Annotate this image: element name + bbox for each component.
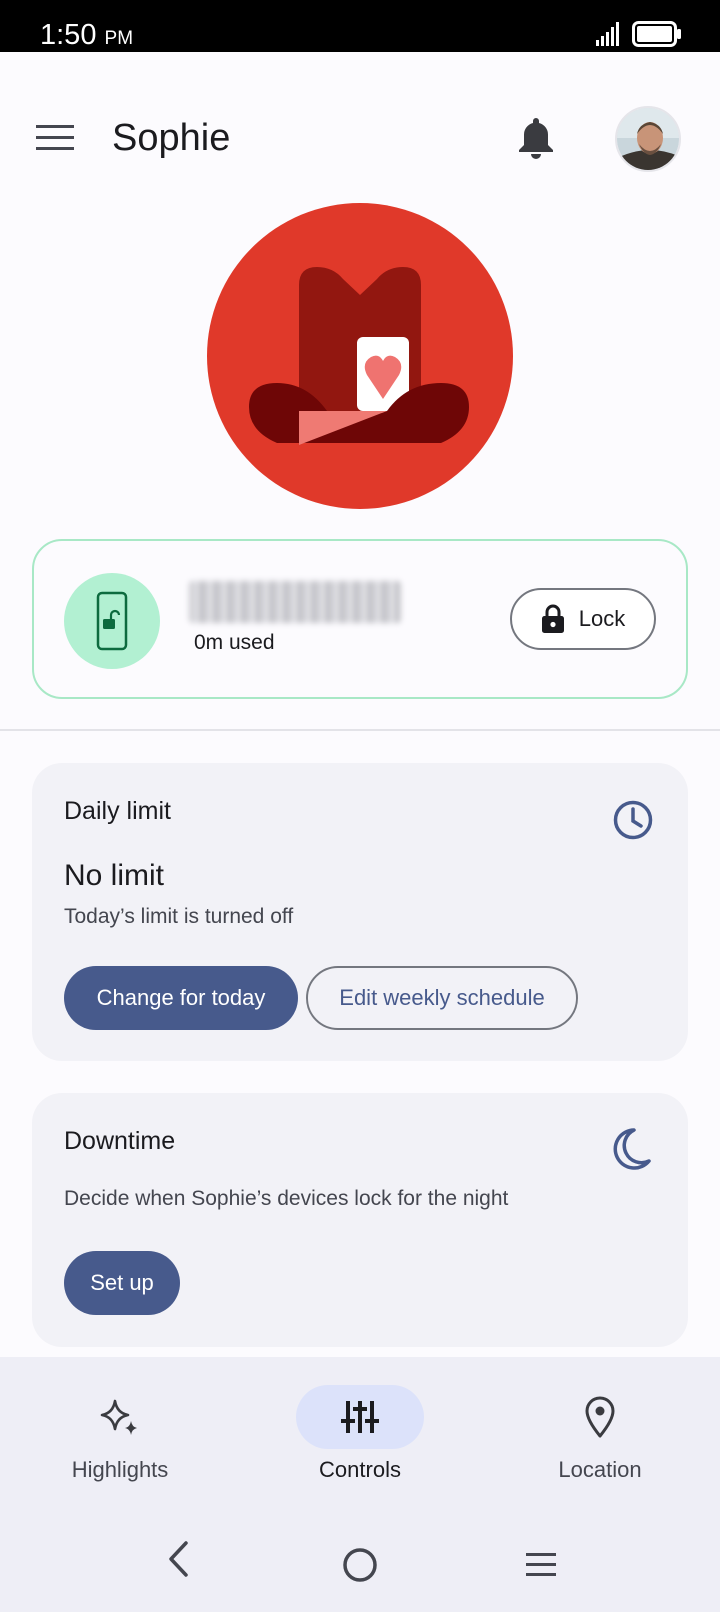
clock-icon bbox=[613, 800, 653, 840]
downtime-description: Decide when Sophie’s devices lock for th… bbox=[64, 1187, 509, 1210]
setup-button[interactable]: Set up bbox=[64, 1251, 180, 1315]
change-for-today-button[interactable]: Change for today bbox=[64, 966, 298, 1030]
nav-pill-controls bbox=[296, 1385, 424, 1449]
sparkle-icon bbox=[100, 1399, 137, 1435]
daily-limit-value: No limit bbox=[64, 859, 165, 892]
nav-label-location: Location bbox=[558, 1457, 642, 1482]
bell-icon[interactable] bbox=[516, 116, 556, 160]
downtime-title: Downtime bbox=[64, 1127, 176, 1155]
avatar-image bbox=[617, 108, 679, 170]
page-title: Sophie bbox=[112, 117, 231, 159]
status-time-ampm: PM bbox=[104, 28, 134, 49]
sliders-icon bbox=[341, 1401, 379, 1433]
lock-button[interactable]: Lock bbox=[510, 588, 656, 650]
daily-limit-subtitle: Today’s limit is turned off bbox=[64, 905, 294, 928]
signal-icon bbox=[596, 22, 619, 46]
edit-weekly-schedule-button[interactable]: Edit weekly schedule bbox=[306, 966, 578, 1030]
nav-item-location[interactable]: Location bbox=[500, 1385, 700, 1483]
nav-label-controls: Controls bbox=[319, 1457, 401, 1482]
nav-pill-highlights bbox=[56, 1385, 184, 1449]
divider bbox=[0, 729, 720, 731]
nav-label-highlights: Highlights bbox=[71, 1457, 169, 1482]
device-status-circle bbox=[64, 573, 160, 669]
device-usage: 0m used bbox=[194, 631, 275, 654]
daily-limit-card: Daily limit No limit Today’s limit is tu… bbox=[32, 763, 688, 1061]
lock-button-label: Lock bbox=[578, 606, 626, 631]
nav-item-controls[interactable]: Controls bbox=[260, 1385, 460, 1483]
lock-icon bbox=[541, 604, 564, 633]
status-time: 1:50 PM bbox=[40, 18, 133, 56]
status-time-value: 1:50 bbox=[40, 19, 97, 51]
back-icon[interactable] bbox=[166, 1540, 192, 1578]
home-icon[interactable] bbox=[342, 1547, 378, 1583]
status-bar: 1:50 PM bbox=[0, 0, 720, 52]
recents-icon[interactable] bbox=[524, 1552, 558, 1578]
unlocked-phone-icon bbox=[96, 591, 128, 651]
location-pin-icon bbox=[585, 1396, 615, 1438]
nav-pill-location bbox=[536, 1385, 664, 1449]
avatar[interactable] bbox=[615, 106, 681, 172]
downtime-card: Downtime Decide when Sophie’s devices lo… bbox=[32, 1093, 688, 1347]
device-card[interactable]: 0m used Lock bbox=[32, 539, 688, 699]
menu-icon[interactable] bbox=[36, 124, 74, 152]
daily-limit-title: Daily limit bbox=[64, 797, 171, 825]
battery-icon bbox=[632, 21, 681, 47]
hero-hat-illustration bbox=[207, 203, 513, 509]
nav-item-highlights[interactable]: Highlights bbox=[20, 1385, 220, 1483]
moon-icon bbox=[613, 1128, 651, 1170]
device-name-redacted bbox=[189, 581, 401, 623]
